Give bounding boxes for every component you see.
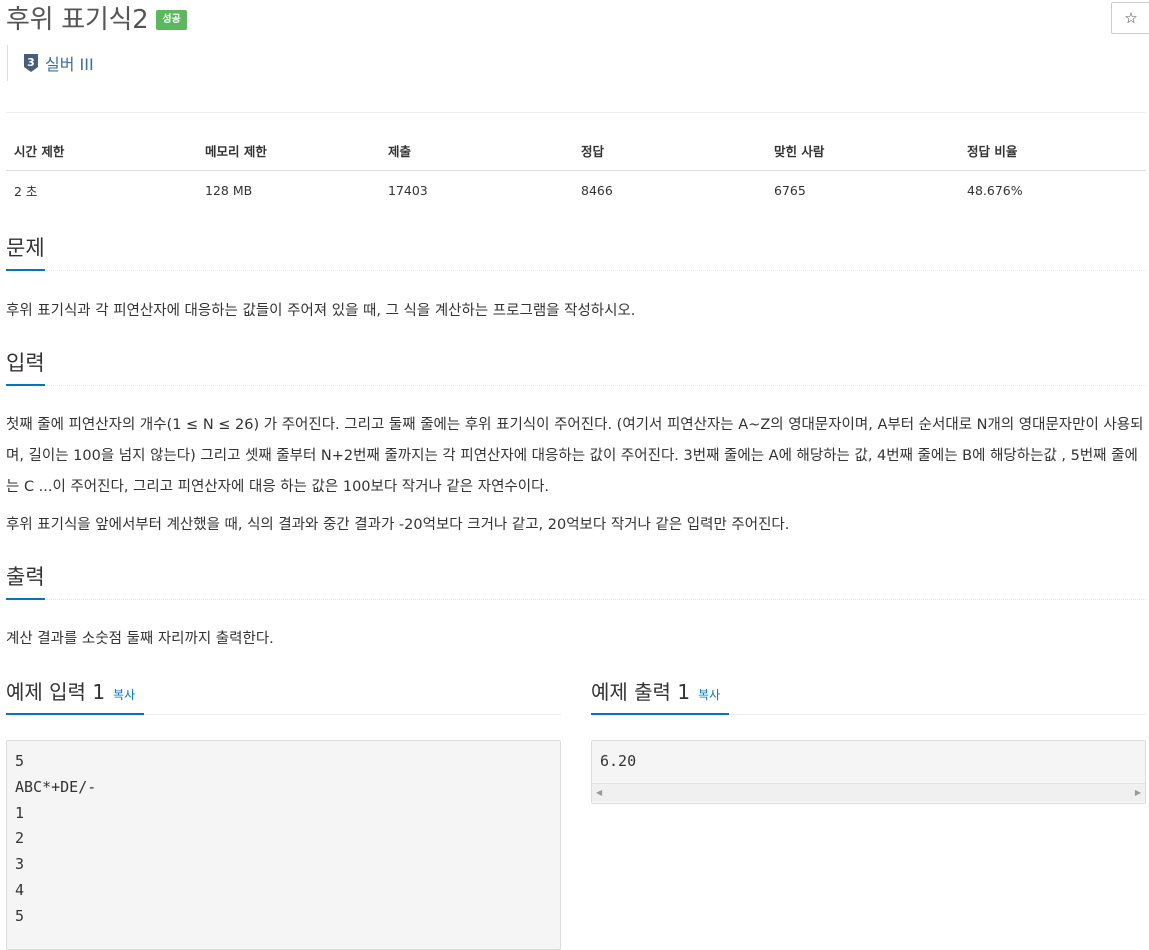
info-value-ratio: 48.676% [967, 183, 1023, 198]
section-rule [6, 385, 1146, 386]
info-value-accepted: 8466 [581, 183, 613, 198]
tier-link[interactable]: 실버 III [45, 51, 94, 75]
section-input-header: 입력 [6, 349, 1146, 386]
copy-sample-output-link[interactable]: 복사 [698, 686, 720, 703]
scroll-right-icon[interactable]: ▶ [1135, 788, 1141, 797]
info-value-row: 2 초 128 MB 17403 8466 6765 48.676% [6, 171, 1146, 211]
favorite-button[interactable]: ☆ [1111, 2, 1149, 34]
scroll-left-icon[interactable]: ◀ [596, 788, 602, 797]
info-value-submissions: 17403 [388, 183, 428, 198]
section-rule [6, 599, 1146, 600]
output-text: 계산 결과를 소숫점 둘째 자리까지 출력한다. [6, 631, 274, 647]
tier-badge-icon: 3 [24, 54, 38, 72]
sample-input-box[interactable]: 5 ABC*+DE/- 1 2 3 4 5 [6, 740, 561, 950]
info-header-time: 시간 제한 [6, 131, 197, 171]
problem-info-table: 시간 제한 메모리 제한 제출 정답 맞힌 사람 정답 비율 2 초 128 M… [6, 131, 1146, 210]
sample-output-scrollbar[interactable]: ◀ ▶ [592, 783, 1145, 801]
sample-input-underline [6, 713, 144, 715]
tier-info: 3 실버 III [7, 45, 94, 81]
section-title-input: 입력 [6, 349, 45, 386]
input-text-1: 첫째 줄에 피연산자의 개수(1 ≤ N ≤ 26) 가 주어진다. 그리고 둘… [6, 417, 1144, 495]
info-value-memory: 128 MB [205, 183, 253, 198]
description-text: 후위 표기식과 각 피연산자에 대응하는 값들이 주어져 있을 때, 그 식을 … [6, 303, 636, 319]
info-value-time: 2 초 [14, 184, 38, 199]
section-title-description: 문제 [6, 234, 45, 271]
info-header-submissions: 제출 [380, 131, 573, 171]
star-icon: ☆ [1124, 9, 1138, 27]
section-rule [6, 270, 1146, 271]
status-badge: 성공 [156, 10, 187, 30]
info-header-ratio: 정답 비율 [959, 131, 1146, 171]
input-text-2: 후위 표기식을 앞에서부터 계산했을 때, 식의 결과와 중간 결과가 -20억… [6, 517, 790, 533]
sample-input-header: 예제 입력 1 복사 [6, 678, 135, 706]
page-title: 후위 표기식2 [6, 5, 149, 35]
section-output-header: 출력 [6, 563, 1146, 600]
divider [6, 112, 1146, 113]
tier-number: 3 [27, 56, 35, 69]
info-header-solvers: 맞힌 사람 [766, 131, 959, 171]
info-header-row: 시간 제한 메모리 제한 제출 정답 맞힌 사람 정답 비율 [6, 131, 1146, 171]
sample-input-title: 예제 입력 1 [6, 680, 106, 704]
info-header-accepted: 정답 [573, 131, 766, 171]
section-title-output: 출력 [6, 563, 45, 600]
section-description-header: 문제 [6, 234, 1146, 271]
sample-output-header: 예제 출력 1 복사 [591, 678, 720, 706]
sample-output-title: 예제 출력 1 [591, 680, 691, 704]
copy-sample-input-link[interactable]: 복사 [113, 686, 135, 703]
sample-output-underline [591, 713, 729, 715]
title-row: 후위 표기식2 성공 [6, 0, 187, 40]
info-value-solvers: 6765 [774, 183, 806, 198]
info-header-memory: 메모리 제한 [197, 131, 380, 171]
